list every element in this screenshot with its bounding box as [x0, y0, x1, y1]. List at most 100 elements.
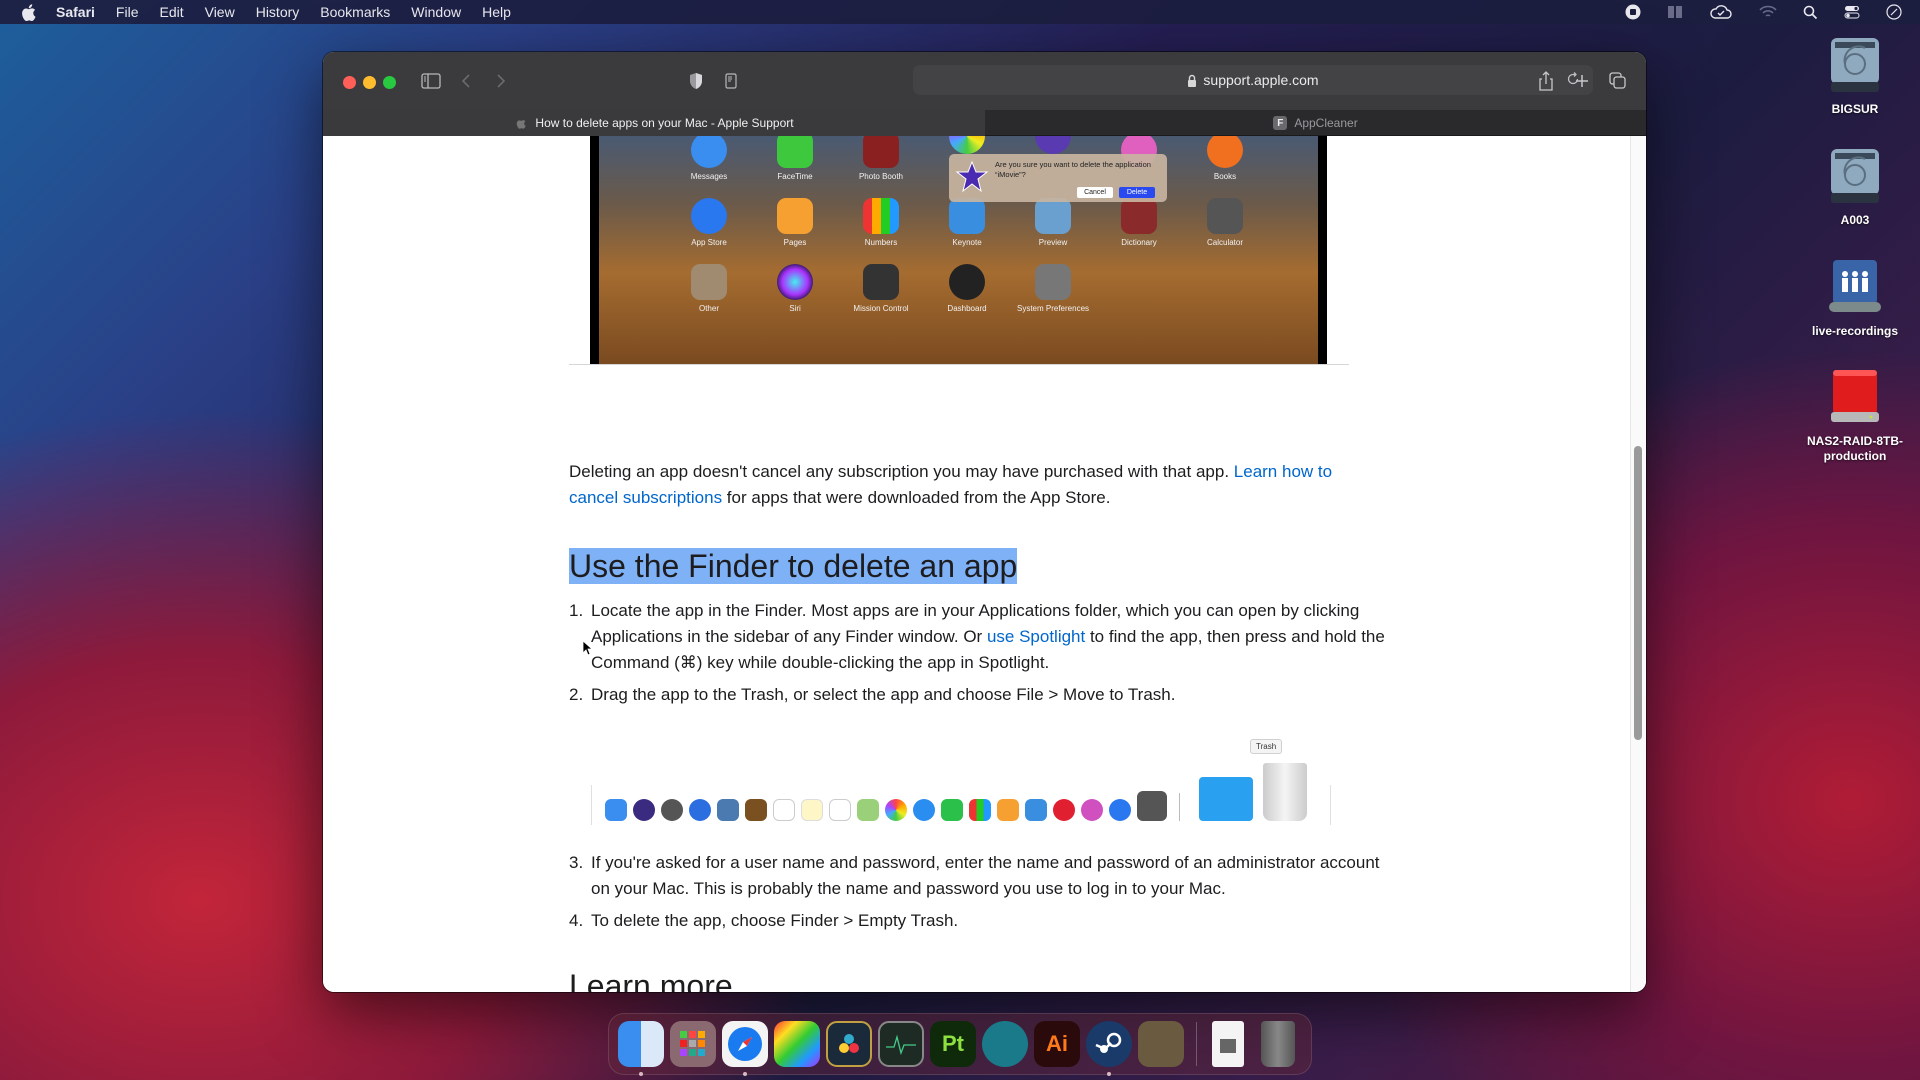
dock-davinci-resolve-icon[interactable] — [826, 1021, 872, 1067]
menu-window[interactable]: Window — [411, 4, 461, 20]
dock-ill-contacts-icon — [745, 799, 767, 821]
dock-ill-reminders-icon — [829, 799, 851, 821]
privacy-report-icon[interactable] — [687, 70, 705, 92]
minimize-button[interactable] — [363, 76, 376, 89]
dock-ill-safari-icon — [689, 799, 711, 821]
dock-adobe-prelude-icon[interactable]: Pt — [930, 1021, 976, 1067]
figure-divider — [569, 364, 1349, 365]
menu-help[interactable]: Help — [482, 4, 511, 20]
dock-illustration: Trash — [591, 731, 1331, 831]
bartender-icon[interactable] — [1667, 5, 1683, 19]
dock-ill-news-icon — [1053, 799, 1075, 821]
steps-list-2: 3. If you're asked for a user name and pa… — [569, 850, 1399, 940]
step-item: 2. Drag the app to the Trash, or select t… — [569, 685, 1176, 704]
lp-app-other: Other — [669, 264, 749, 313]
dock-activity-monitor-icon[interactable] — [878, 1021, 924, 1067]
lp-app-books: Books — [1185, 136, 1265, 181]
lp-app-app-store: App Store — [669, 198, 749, 247]
dock-trash-icon[interactable] — [1261, 1021, 1295, 1067]
menu-bookmarks[interactable]: Bookmarks — [320, 4, 390, 20]
screen-record-icon[interactable] — [1625, 4, 1641, 20]
dialog-cancel-button[interactable]: Cancel — [1077, 187, 1113, 198]
desktop-icon-a003[interactable]: A003 — [1795, 147, 1915, 228]
icloud-icon[interactable] — [1709, 4, 1733, 20]
tab-apple-support[interactable]: How to delete apps on your Mac - Apple S… — [323, 110, 985, 136]
desktop-icon-live-recordings[interactable]: live-recordings — [1795, 258, 1915, 339]
dock-ill-trash-icon — [1263, 763, 1307, 821]
address-bar[interactable]: support.apple.com — [913, 65, 1593, 95]
page-content: Messages FaceTime Photo Booth Books App … — [323, 136, 1646, 992]
lp-app-facetime: FaceTime — [755, 136, 835, 181]
scrollbar-thumb[interactable] — [1634, 446, 1642, 740]
desktop-icon-label: A003 — [1840, 213, 1870, 227]
dock-ill-finder-icon — [605, 799, 627, 821]
dock-adobe-illustrator-icon[interactable]: Ai — [1034, 1021, 1080, 1067]
dock-bag-app-icon[interactable] — [1138, 1021, 1184, 1067]
dock-ill-messages-icon — [913, 799, 935, 821]
learn-more-heading: Learn more — [569, 968, 733, 992]
step-item: 4. To delete the app, choose Finder > Emp… — [569, 911, 959, 930]
dock-audio-app-icon[interactable] — [982, 1021, 1028, 1067]
zoom-button[interactable] — [383, 76, 396, 89]
tab-appcleaner[interactable]: F AppCleaner — [985, 110, 1646, 136]
menu-app-name[interactable]: Safari — [56, 4, 95, 20]
step-item: 1. Locate the app in the Finder. Most app… — [569, 601, 1385, 672]
menu-view[interactable]: View — [205, 4, 235, 20]
dock-launchpad-icon[interactable] — [670, 1021, 716, 1067]
tab-bar: How to delete apps on your Mac - Apple S… — [323, 110, 1646, 136]
dock-document-icon[interactable] — [1212, 1021, 1244, 1067]
desktop-icon-label: live-recordings — [1811, 324, 1899, 338]
dock-ill-separator — [1179, 793, 1180, 821]
tab-overview-icon[interactable] — [1608, 70, 1628, 92]
launchpad-screenshot: Messages FaceTime Photo Booth Books App … — [590, 136, 1327, 364]
hard-disk-icon — [1827, 147, 1883, 205]
imovie-star-icon — [955, 160, 989, 193]
dock-ill-siri-icon — [633, 799, 655, 821]
spotlight-icon[interactable] — [1803, 5, 1818, 20]
menu-edit[interactable]: Edit — [159, 4, 183, 20]
forward-button[interactable] — [493, 70, 509, 92]
status-area — [1625, 0, 1902, 24]
use-spotlight-link[interactable]: use Spotlight — [987, 627, 1085, 646]
step-item: 3. If you're asked for a user name and pa… — [569, 853, 1380, 898]
lp-app-photo-booth: Photo Booth — [841, 136, 921, 181]
back-button[interactable] — [458, 70, 474, 92]
dock-safari-icon[interactable] — [722, 1021, 768, 1076]
apple-menu-icon[interactable] — [19, 3, 37, 21]
hard-disk-icon — [1827, 36, 1883, 94]
dock-separator — [1196, 1022, 1197, 1066]
dock-ill-mail-icon — [717, 799, 739, 821]
control-center-icon[interactable] — [1844, 5, 1860, 19]
desktop-icon-bigsur[interactable]: BIGSUR — [1795, 36, 1915, 117]
delete-confirm-dialog: Are you sure you want to delete the appl… — [949, 154, 1167, 202]
network-share-icon — [1827, 258, 1883, 316]
new-tab-icon[interactable] — [1573, 70, 1591, 92]
share-icon[interactable] — [1537, 70, 1555, 92]
lp-app-preview: Preview — [1013, 198, 1093, 247]
dock-steam-icon[interactable] — [1086, 1021, 1132, 1076]
desktop-icon-nas2[interactable]: NAS2-RAID-8TB-production — [1795, 368, 1915, 464]
lp-app-pages: Pages — [755, 198, 835, 247]
wifi-icon[interactable] — [1759, 5, 1777, 19]
dock-finder-icon[interactable] — [618, 1021, 664, 1076]
lp-app-dashboard: Dashboard — [927, 264, 1007, 313]
menu-bar: Safari File Edit View History Bookmarks … — [0, 0, 1920, 24]
menu-file[interactable]: File — [116, 4, 139, 20]
safari-window: support.apple.com How to delete apps on … — [323, 52, 1646, 992]
close-button[interactable] — [343, 76, 356, 89]
dock-ill-downloads-folder-icon — [1199, 777, 1253, 821]
running-indicator — [743, 1072, 747, 1076]
sidebar-toggle-icon[interactable] — [420, 70, 442, 92]
clock-icon[interactable] — [1886, 4, 1902, 20]
dock-ill-facetime-icon — [941, 799, 963, 821]
dock-ill-itunes-icon — [1081, 799, 1103, 821]
menu-history[interactable]: History — [256, 4, 300, 20]
dock-ill-photos-icon — [885, 799, 907, 821]
reader-icon[interactable] — [723, 70, 739, 92]
dialog-delete-button[interactable]: Delete — [1119, 187, 1155, 198]
dock-ill-calendar-icon — [773, 799, 795, 821]
desktop-icon-label: NAS2-RAID-8TB-production — [1807, 434, 1903, 463]
dock-final-cut-pro-icon[interactable] — [774, 1021, 820, 1067]
tab-title: How to delete apps on your Mac - Apple S… — [535, 116, 794, 130]
apple-favicon-icon — [514, 116, 528, 130]
